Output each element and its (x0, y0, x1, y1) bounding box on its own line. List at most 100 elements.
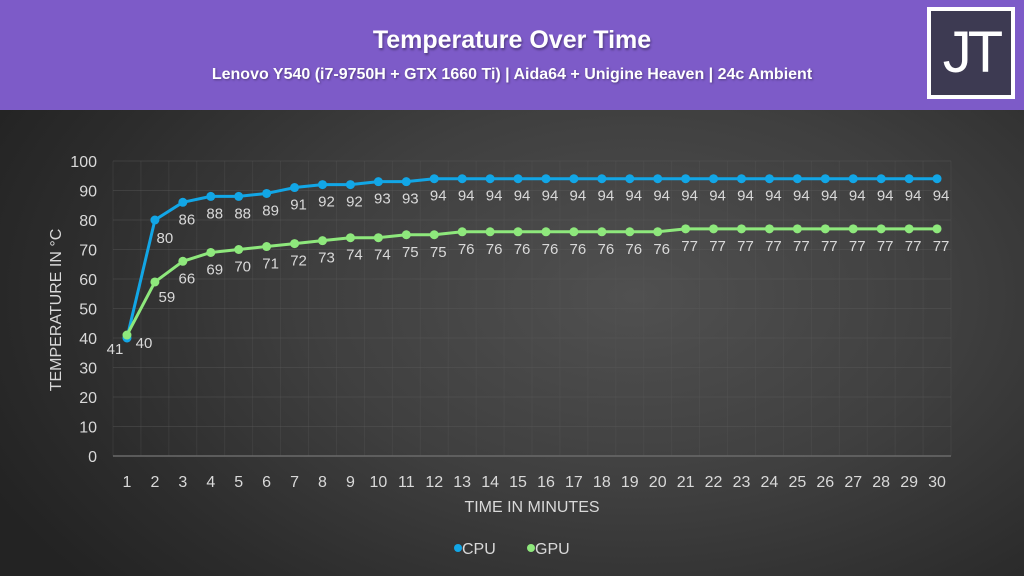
cpu-data-label: 94 (737, 188, 754, 205)
gpu-marker (150, 277, 160, 287)
gpu-data-label: 71 (262, 256, 279, 273)
gpu-marker (206, 247, 216, 257)
cpu-marker (792, 174, 802, 184)
x-tick-label: 12 (425, 474, 443, 491)
cpu-data-label: 94 (933, 188, 950, 205)
cpu-data-label: 93 (374, 191, 391, 208)
gpu-marker (345, 233, 355, 243)
gpu-data-label: 76 (625, 241, 642, 258)
gpu-marker (485, 227, 495, 237)
cpu-data-label: 94 (821, 188, 838, 205)
cpu-marker (653, 174, 663, 184)
x-tick-label: 8 (318, 474, 327, 491)
gpu-marker (737, 224, 746, 234)
cpu-data-label: 94 (681, 188, 698, 205)
gpu-marker (541, 227, 551, 237)
cpu-data-label: 80 (157, 230, 174, 247)
gpu-data-label: 77 (933, 238, 950, 255)
y-axis-ticks: 0 10 20 30 40 50 60 70 80 90 100 (70, 154, 97, 466)
cpu-data-label: 92 (318, 194, 335, 211)
x-tick-label: 23 (733, 474, 751, 491)
x-tick-label: 3 (178, 474, 187, 491)
x-tick-label: 14 (481, 474, 499, 491)
cpu-marker (234, 191, 244, 201)
gpu-marker (764, 224, 774, 234)
gpu-data-label: 76 (486, 241, 503, 258)
y-tick-label: 100 (70, 154, 97, 171)
gpu-data-label: 77 (793, 238, 810, 255)
x-axis-ticks: 1 2 3 4 5 6 7 8 9 10 11 12 13 14 15 16 17 18 19 20 21 22 23 24 2… (123, 474, 947, 491)
y-tick-label: 90 (79, 184, 97, 201)
cpu-marker (820, 174, 830, 184)
cpu-marker (206, 191, 216, 201)
gpu-data-label: 76 (458, 241, 475, 258)
gpu-data-label: 72 (290, 253, 307, 270)
legend-marker-gpu (527, 544, 535, 552)
y-tick-label: 20 (79, 390, 97, 407)
x-tick-label: 22 (705, 474, 723, 491)
cpu-data-label: 94 (877, 188, 894, 205)
gpu-data-label: 41 (107, 341, 124, 358)
gpu-data-label: 77 (821, 238, 838, 255)
cpu-data-label: 88 (234, 205, 251, 222)
gpu-marker (904, 224, 914, 234)
gpu-marker (597, 227, 607, 237)
gpu-data-label: 59 (159, 289, 176, 306)
cpu-marker (150, 215, 160, 225)
cpu-data-label: 91 (290, 197, 307, 214)
legend-marker-cpu (454, 544, 462, 552)
legend: CPU GPU (454, 541, 570, 558)
x-tick-label: 21 (677, 474, 695, 491)
x-tick-label: 2 (150, 474, 159, 491)
cpu-data-label: 86 (178, 211, 195, 228)
cpu-data-label: 94 (430, 188, 447, 205)
gpu-marker (429, 230, 439, 240)
gpu-marker (792, 224, 802, 234)
cpu-marker (569, 174, 579, 184)
gpu-data-label: 76 (570, 241, 587, 258)
cpu-data-label: 88 (206, 205, 223, 222)
x-tick-label: 10 (369, 474, 387, 491)
cpu-data-label: 89 (262, 202, 279, 219)
gpu-marker (848, 224, 858, 234)
gpu-data-label: 74 (346, 247, 363, 264)
gpu-marker (932, 224, 942, 234)
gpu-marker (513, 227, 523, 237)
cpu-marker (709, 174, 719, 184)
gpu-marker (262, 242, 272, 252)
cpu-marker (625, 174, 635, 184)
gpu-data-label: 70 (234, 259, 251, 276)
x-tick-label: 15 (509, 474, 527, 491)
y-tick-label: 30 (79, 361, 97, 378)
x-tick-label: 18 (593, 474, 611, 491)
gpu-data-label: 76 (653, 241, 670, 258)
cpu-marker (764, 174, 774, 184)
cpu-marker (904, 174, 914, 184)
x-axis-title: TIME IN MINUTES (464, 499, 599, 516)
gpu-data-label: 76 (514, 241, 531, 258)
cpu-data-label: 94 (597, 188, 614, 205)
gpu-data-label: 77 (877, 238, 894, 255)
gpu-marker (234, 245, 244, 254)
cpu-marker (681, 174, 691, 184)
gpu-data-label: 77 (709, 238, 726, 255)
gpu-marker (569, 227, 579, 237)
cpu-data-label: 94 (458, 188, 475, 205)
gpu-marker (709, 224, 719, 234)
cpu-marker (457, 174, 467, 184)
gpu-data-label: 75 (430, 244, 447, 261)
gpu-marker (681, 224, 691, 234)
gpu-data-label: 74 (374, 247, 391, 264)
cpu-marker (737, 174, 746, 184)
cpu-data-label: 94 (653, 188, 670, 205)
cpu-marker (262, 188, 272, 198)
gpu-marker (625, 227, 635, 237)
gpu-marker (373, 233, 383, 243)
x-tick-label: 11 (398, 474, 415, 491)
y-tick-label: 40 (79, 331, 97, 348)
cpu-marker (513, 174, 523, 184)
gpu-data-label: 77 (737, 238, 754, 255)
data-labels: 40 8086 88 88 89 91 92 92 93 93 94 94 94 94 94 94 94 94 94… (107, 188, 950, 358)
x-tick-label: 29 (900, 474, 918, 491)
gpu-data-label: 69 (206, 261, 223, 278)
